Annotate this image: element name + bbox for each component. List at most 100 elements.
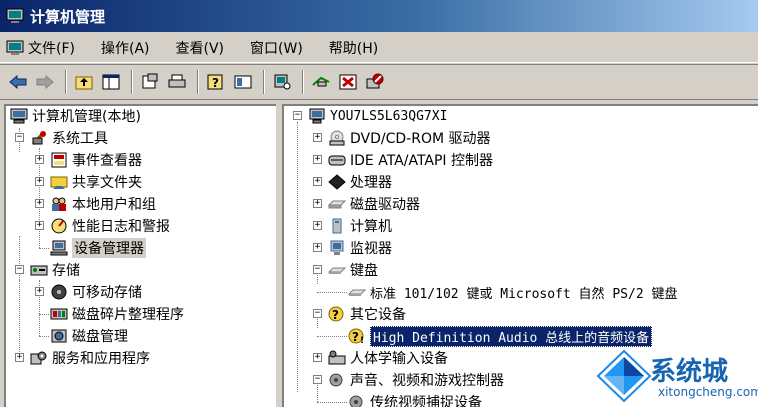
menu-file[interactable]: 文件(F) — [28, 38, 75, 58]
expand-toggle[interactable]: + — [35, 177, 44, 186]
help-icon: ? — [207, 74, 223, 90]
expand-toggle[interactable]: + — [313, 353, 322, 362]
help-button[interactable]: ? — [204, 70, 228, 94]
tree-event-viewer[interactable]: 事件查看器 — [50, 150, 142, 170]
collapse-toggle[interactable]: − — [15, 265, 24, 274]
tree-root[interactable]: 计算机管理(本地) — [10, 106, 141, 126]
keyboard-icon — [328, 267, 346, 274]
shared-folder-icon — [50, 176, 68, 189]
tree-removable-storage[interactable]: 可移动存储 — [50, 282, 142, 302]
tree-performance-logs[interactable]: 性能日志和警报 — [50, 216, 170, 236]
print-button[interactable] — [165, 70, 189, 94]
disable-device-icon — [366, 73, 384, 89]
menu-view[interactable]: 查看(V) — [176, 38, 225, 58]
watermark-diamond-icon — [596, 349, 652, 403]
uninstall-icon — [339, 74, 357, 90]
expand-toggle[interactable]: + — [15, 353, 24, 362]
expand-toggle[interactable]: + — [35, 155, 44, 164]
console-tree-button[interactable] — [231, 70, 255, 94]
printer-icon — [168, 74, 186, 88]
hid-icon — [328, 350, 346, 365]
svg-text:?: ? — [212, 76, 219, 90]
up-folder-icon — [75, 76, 93, 90]
menu-action[interactable]: 操作(A) — [101, 38, 150, 58]
menu-file-group: 文件(F) — [6, 38, 75, 58]
collapse-toggle[interactable]: − — [293, 111, 302, 120]
tree-ide-controllers[interactable]: IDE ATA/ATAPI 控制器 — [328, 150, 493, 170]
toolbox-icon — [31, 131, 46, 146]
console-tree-pane[interactable]: 计算机管理(本地) − 系统工具 + 事件查看器 + 共享文件夹 + 本地用户和… — [4, 104, 276, 407]
console-icon — [234, 75, 252, 89]
tree-other-devices[interactable]: ? 其它设备 — [328, 304, 406, 324]
tree-system-tools[interactable]: 系统工具 — [30, 128, 108, 148]
expand-toggle[interactable]: + — [313, 199, 322, 208]
tree-audio-device[interactable]: ?! High Definition Audio 总线上的音频设备 — [348, 325, 653, 347]
update-driver-button[interactable] — [309, 70, 333, 94]
window-title: 计算机管理 — [30, 7, 106, 26]
expand-toggle[interactable]: + — [35, 221, 44, 230]
tree-disk-drives[interactable]: 磁盘驱动器 — [328, 194, 420, 214]
services-icon — [30, 351, 47, 365]
expand-toggle[interactable]: + — [35, 199, 44, 208]
toolbar-separator — [263, 70, 265, 94]
tree-defrag[interactable]: 磁盘碎片整理程序 — [50, 304, 184, 324]
disable-device-button[interactable] — [363, 70, 387, 94]
update-driver-icon — [312, 76, 330, 87]
svg-text:?: ? — [332, 308, 339, 322]
system-menu-icon[interactable] — [6, 40, 24, 56]
ide-controller-icon — [328, 155, 346, 166]
users-icon — [52, 197, 66, 211]
tree-processors[interactable]: 处理器 — [328, 172, 392, 192]
tree-services-apps[interactable]: 服务和应用程序 — [30, 348, 150, 368]
up-level-button[interactable] — [72, 70, 96, 94]
unknown-device-warning-icon: ?! — [348, 328, 364, 344]
tree-sound-controllers[interactable]: 声音、视频和游戏控制器 — [328, 370, 504, 390]
collapse-toggle[interactable]: − — [15, 133, 24, 142]
toolbar-separator — [302, 70, 304, 94]
forward-button[interactable] — [33, 70, 57, 94]
dvd-drive-icon — [329, 130, 345, 146]
expand-toggle[interactable]: + — [313, 243, 322, 252]
expand-toggle[interactable]: + — [313, 177, 322, 186]
properties-button[interactable] — [138, 70, 162, 94]
tree-video-capture[interactable]: 传统视频捕捉设备 — [348, 392, 482, 407]
collapse-toggle[interactable]: − — [313, 375, 322, 384]
expand-toggle[interactable]: + — [313, 221, 322, 230]
back-button[interactable] — [6, 70, 30, 94]
toolbar-separator — [131, 70, 133, 94]
performance-icon — [51, 218, 67, 234]
expand-toggle[interactable]: + — [313, 155, 322, 164]
tree-keyboard-device[interactable]: 标准 101/102 键或 Microsoft 自然 PS/2 键盘 — [348, 282, 678, 302]
speaker-icon — [329, 373, 343, 387]
selected-device-label: High Definition Audio 总线上的音频设备 — [370, 325, 653, 347]
scan-hardware-button[interactable] — [270, 70, 294, 94]
show-hide-tree-button[interactable] — [99, 70, 123, 94]
tree-shared-folders[interactable]: 共享文件夹 — [50, 172, 142, 192]
tree-pane-icon — [102, 74, 120, 90]
watermark-text: 系统城 — [650, 357, 729, 387]
removable-storage-icon — [51, 284, 67, 300]
tree-local-users[interactable]: 本地用户和组 — [50, 194, 156, 214]
tree-monitors[interactable]: 监视器 — [328, 238, 392, 258]
tree-computer-category[interactable]: 计算机 — [328, 216, 392, 236]
collapse-toggle[interactable]: − — [313, 265, 322, 274]
expand-toggle[interactable]: + — [313, 133, 322, 142]
computer-management-icon — [10, 108, 28, 124]
menu-window[interactable]: 窗口(W) — [250, 38, 303, 58]
tree-computer-node[interactable]: YOU7LS5L63QG7XI — [308, 106, 447, 126]
computer-tower-icon — [332, 218, 342, 234]
title-bar: 计算机管理 — [0, 0, 758, 32]
menu-help[interactable]: 帮助(H) — [329, 38, 378, 58]
menu-bar: 文件(F) 操作(A) 查看(V) 窗口(W) 帮助(H) — [0, 33, 758, 63]
collapse-toggle[interactable]: − — [313, 309, 322, 318]
tree-storage[interactable]: 存储 — [30, 260, 80, 280]
tree-device-manager[interactable]: 设备管理器 — [50, 238, 146, 258]
tree-disk-management[interactable]: 磁盘管理 — [50, 326, 128, 346]
uninstall-button[interactable] — [336, 70, 360, 94]
computer-icon — [309, 108, 325, 124]
tree-hid[interactable]: 人体学输入设备 — [328, 348, 448, 368]
tree-dvd-drives[interactable]: DVD/CD-ROM 驱动器 — [328, 128, 491, 148]
tree-keyboards[interactable]: 键盘 — [328, 260, 378, 280]
processor-icon — [328, 174, 346, 190]
expand-toggle[interactable]: + — [35, 287, 44, 296]
